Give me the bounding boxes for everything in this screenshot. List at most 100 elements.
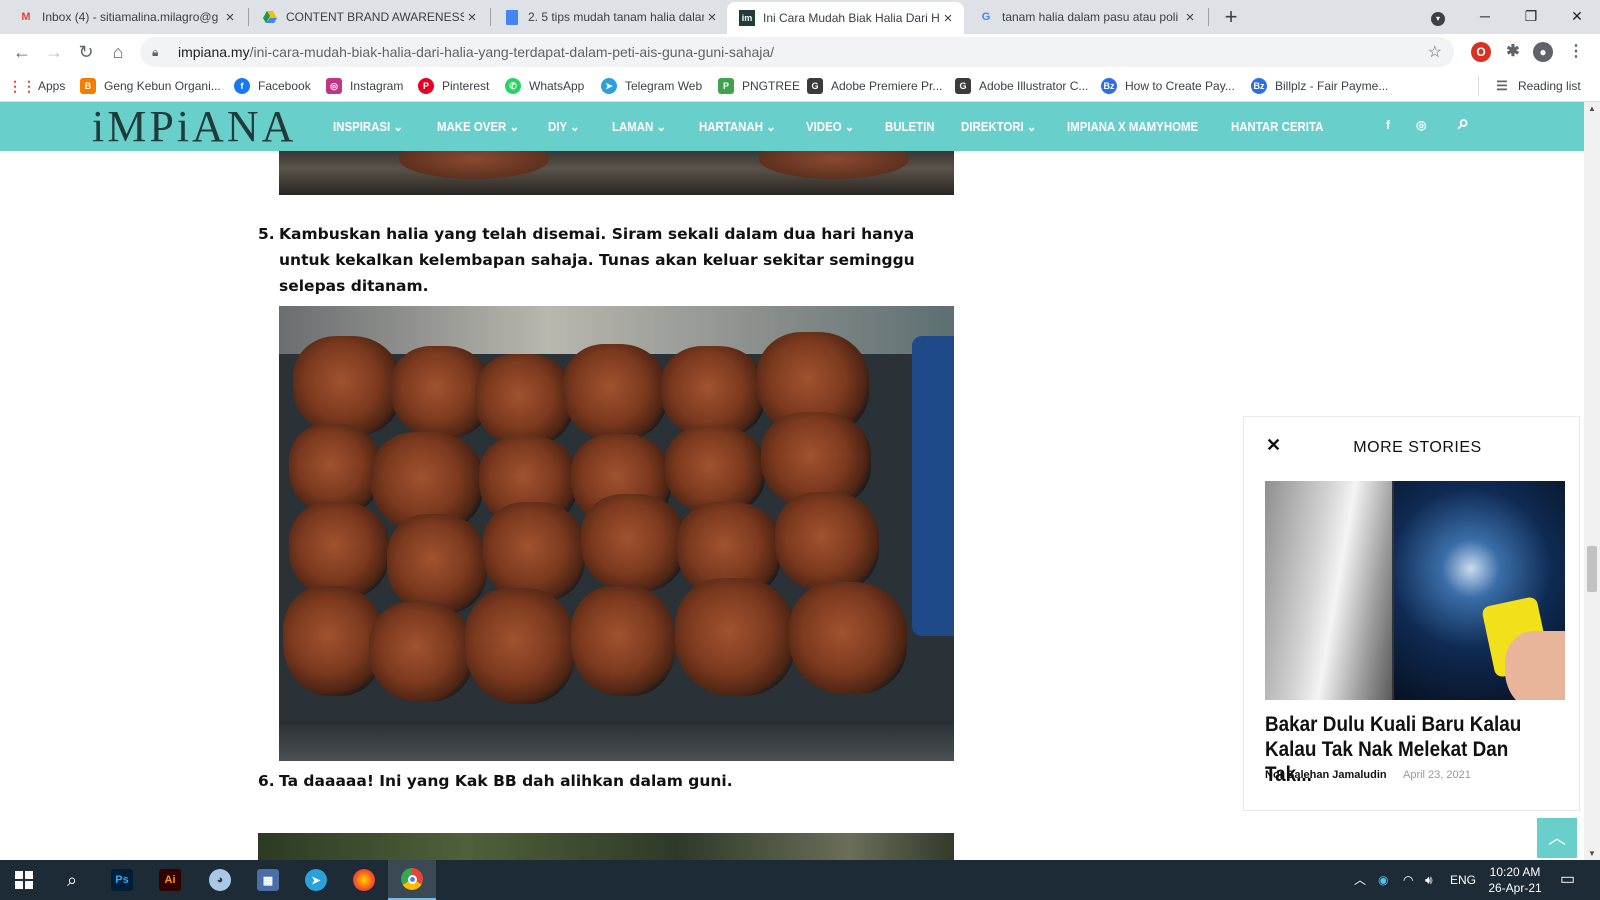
photoshop-icon[interactable]: Ps [98,860,146,900]
list-item-step-6: 6. Ta daaaaa! Ini yang Kak BB dah alihka… [258,768,958,794]
language-indicator[interactable]: ENG [1450,860,1476,900]
paint-icon[interactable]: ◕ [196,860,244,900]
bookmark-label: Geng Kebun Organi... [104,79,221,93]
bookmark-label: WhatsApp [529,79,585,93]
google-drive-icon [262,9,278,25]
story-author[interactable]: Nor Salehan Jamaludin [1265,769,1387,781]
story-date: April 23, 2021 [1403,769,1471,781]
tab-search-icon[interactable]: ▾ [1418,0,1458,32]
bookmark-facebook[interactable]: f Facebook [234,76,311,96]
chrome-icon[interactable] [388,860,436,900]
address-bar[interactable]: 🔒︎ impiana.my/ini-cara-mudah-biak-halia-… [140,37,1454,67]
extensions-puzzle-icon[interactable]: ✱ [1503,42,1523,62]
bookmark-telegram[interactable]: ➤ Telegram Web [601,76,702,96]
chrome-menu-icon[interactable]: ⋮ [1566,42,1586,62]
close-tab-icon[interactable]: × [464,9,480,26]
bookmark-premiere[interactable]: G Adobe Premiere Pr... [807,76,942,96]
menu-video[interactable]: VIDEO ⌄ [806,102,854,151]
tab-google-search[interactable]: G tanam halia dalam pasu atau poli × [966,0,1206,34]
search-icon[interactable]: ⌕ [48,860,96,900]
tab-impiana[interactable]: im Ini Cara Mudah Biak Halia Dari H × [727,2,964,34]
tab-title: CONTENT BRAND AWARENESS - [286,10,464,24]
menu-hartanah[interactable]: HARTANAH ⌄ [699,102,776,151]
bookmark-star-icon[interactable]: ☆ [1428,42,1442,62]
apps-grid-icon: ⋮⋮ [8,77,36,94]
bookmark-instagram[interactable]: ◎ Instagram [326,76,403,96]
adblock-extension-icon[interactable]: O [1471,42,1491,62]
page-scrollbar[interactable]: ▲ ▼ [1584,102,1600,860]
telegram-icon[interactable]: ➤ [292,860,340,900]
menu-buletin[interactable]: BULETIN [885,102,935,151]
close-tab-icon[interactable]: × [222,9,238,26]
menu-diy[interactable]: DIY ⌄ [548,102,580,151]
tab-title: Ini Cara Mudah Biak Halia Dari H [763,11,940,25]
chevron-down-icon: ⌄ [570,119,580,134]
whatsapp-icon: ✆ [505,78,521,94]
scrollbar-thumb[interactable] [1587,546,1597,592]
firefox-icon[interactable] [340,860,388,900]
bookmark-whatsapp[interactable]: ✆ WhatsApp [505,76,584,96]
illustrator-icon[interactable]: Ai [146,860,194,900]
impiana-icon: im [739,10,755,26]
tab-gmail[interactable]: M Inbox (4) - sitiamalina.milagro@g × [6,0,246,34]
step-text: Ta daaaaa! Ini yang Kak BB dah alihkan d… [279,772,733,790]
bookmark-create-pay[interactable]: Bz How to Create Pay... [1101,76,1235,96]
forward-arrow-icon[interactable]: → [40,38,68,66]
reload-icon[interactable]: ↻ [72,38,100,66]
back-arrow-icon[interactable]: ← [8,38,36,66]
bookmark-billplz[interactable]: Bz Billplz - Fair Payme... [1251,76,1388,96]
close-tab-icon[interactable]: × [1182,9,1198,26]
bookmark-apps[interactable]: ⋮⋮ Apps [8,76,65,96]
more-stories-panel: ✕ MORE STORIES Bakar Dulu Kuali Baru Kal… [1243,416,1580,811]
bookmark-illustrator[interactable]: G Adobe Illustrator C... [955,76,1088,96]
url-host: impiana.my [178,44,250,60]
menu-make-over[interactable]: MAKE OVER ⌄ [437,102,519,151]
bookmark-label: How to Create Pay... [1125,79,1235,93]
browser-toolbar: ← → ↻ ⌂ 🔒︎ impiana.my/ini-cara-mudah-bia… [0,34,1600,70]
close-tab-icon[interactable]: × [940,10,956,27]
menu-impiana-x-mamyhome[interactable]: IMPIANA X MAMYHOME [1067,102,1198,151]
menu-hantar-cerita[interactable]: HANTAR CERITA [1231,102,1323,151]
bookmark-geng-kebun[interactable]: B Geng Kebun Organi... [80,76,221,96]
restore-button[interactable]: ❐ [1508,0,1554,32]
pngtree-icon: P [718,78,734,94]
calculator-icon[interactable]: ▦ [244,860,292,900]
lock-icon[interactable]: 🔒︎ [152,45,166,60]
system-clock[interactable]: 10:20 AM 26-Apr-21 [1480,864,1550,896]
windows-start-icon[interactable] [0,860,48,900]
bookmark-label: Billplz - Fair Payme... [1275,79,1389,93]
bookmarks-bar: ⋮⋮ Apps B Geng Kebun Organi... f Faceboo… [0,70,1600,102]
site-logo[interactable]: iMPiANA [92,104,296,150]
bookmark-pinterest[interactable]: P Pinterest [418,76,489,96]
bookmark-pngtree[interactable]: P PNGTREE [718,76,800,96]
home-icon[interactable]: ⌂ [104,38,132,66]
volume-icon[interactable]: 🔊︎ [1425,860,1433,900]
windows-taskbar: ⌕ Ps Ai ◕ ▦ ➤ ︿ ◉ ◠ 🔊︎ ENG 10:20 AM 26-A… [0,860,1600,900]
network-status-icon[interactable]: ◉ [1378,860,1388,900]
g-icon: G [955,78,971,94]
menu-direktori[interactable]: DIREKTORI ⌄ [961,102,1037,151]
tab-strip: M Inbox (4) - sitiamalina.milagro@g × CO… [0,0,1600,34]
clock-date: 26-Apr-21 [1488,881,1542,895]
instagram-icon[interactable]: ◎ [1416,118,1426,132]
facebook-icon[interactable]: f [1386,118,1390,132]
tab-drive[interactable]: CONTENT BRAND AWARENESS - × [250,0,488,34]
instagram-icon: ◎ [326,78,342,94]
new-tab-button[interactable]: + [1218,4,1244,30]
tab-docs[interactable]: 2. 5 tips mudah tanam halia dalam × [492,0,728,34]
tab-title: Inbox (4) - sitiamalina.milagro@g [42,10,219,24]
menu-inspirasi[interactable]: INSPIRASI ⌄ [333,102,403,151]
search-icon[interactable]: ⌕ [1458,112,1469,135]
wifi-icon[interactable]: ◠ [1403,860,1413,900]
tab-title: 2. 5 tips mudah tanam halia dalam [528,10,704,24]
profile-avatar-icon[interactable]: ● [1533,42,1553,62]
chevron-up-icon[interactable]: ︿ [1354,860,1366,900]
reading-list-button[interactable]: ☰ Reading list [1494,76,1581,96]
notifications-icon[interactable]: ▭ [1560,860,1575,900]
back-to-top-button[interactable]: ︿ [1537,818,1577,858]
close-window-button[interactable]: ✕ [1554,0,1600,32]
close-tab-icon[interactable]: × [704,9,720,26]
minimize-button[interactable]: ─ [1462,0,1508,32]
menu-laman[interactable]: LAMAN ⌄ [612,102,666,151]
story-thumbnail[interactable] [1265,481,1565,700]
